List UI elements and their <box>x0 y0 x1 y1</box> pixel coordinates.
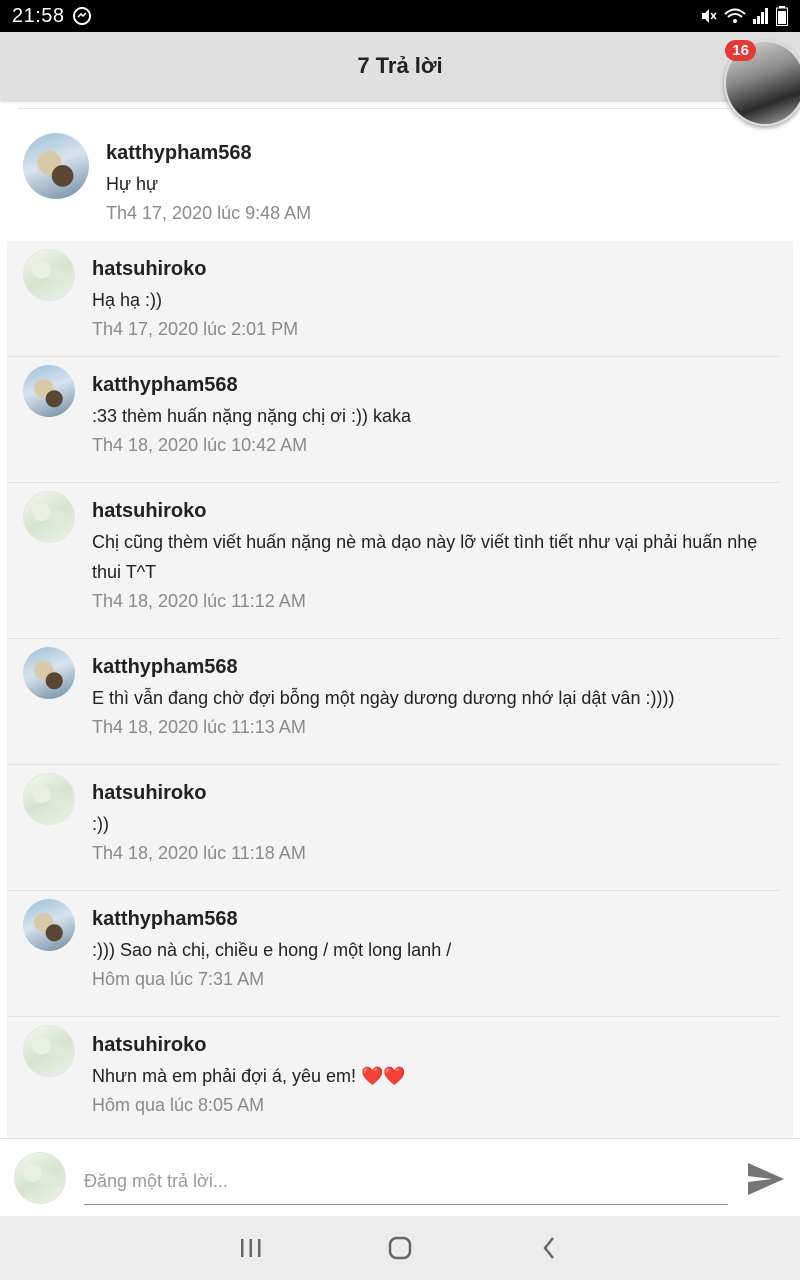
back-icon <box>543 1237 555 1259</box>
comment-text: Hự hự <box>106 174 159 194</box>
reply-text: :)) <box>92 814 109 834</box>
reply-time: Th4 18, 2020 lúc 11:18 AM <box>92 843 306 863</box>
home-icon <box>388 1236 412 1260</box>
reply-input[interactable] <box>84 1159 728 1205</box>
reply-author[interactable]: katthypham568 <box>92 655 772 679</box>
back-button[interactable] <box>519 1226 579 1270</box>
reply-item: hatsuhiroko Nhưn mà em phải đợi á, yêu e… <box>7 1017 780 1138</box>
main-comment: katthypham568 Hự hự Th4 17, 2020 lúc 9:4… <box>0 109 800 239</box>
reply-text: Hạ hạ :)) <box>92 290 163 310</box>
messenger-icon <box>72 7 91 25</box>
reply-author[interactable]: hatsuhiroko <box>92 257 772 281</box>
avatar[interactable] <box>23 491 75 543</box>
reply-time: Hôm qua lúc 7:31 AM <box>92 969 265 989</box>
comment-author[interactable]: katthypham568 <box>106 141 782 165</box>
comment-time: Th4 17, 2020 lúc 9:48 AM <box>106 203 312 223</box>
reply-author[interactable]: hatsuhiroko <box>92 781 772 805</box>
reply-item: hatsuhiroko :)) Th4 18, 2020 lúc 11:18 A… <box>7 765 780 891</box>
reply-text: Chị cũng thèm viết huấn nặng nè mà dạo n… <box>92 532 758 582</box>
comment-thread[interactable]: katthypham568 Hự hự Th4 17, 2020 lúc 9:4… <box>0 100 800 1138</box>
status-time: 21:58 <box>12 4 65 27</box>
reply-composer <box>0 1138 800 1216</box>
reply-author[interactable]: katthypham568 <box>92 373 772 397</box>
reply-text: Nhưn mà em phải đợi á, yêu em! ❤️❤️ <box>92 1066 406 1086</box>
page-title: 7 Trả lời <box>357 53 443 78</box>
status-bar: 21:58 <box>0 0 800 32</box>
reply-author[interactable]: hatsuhiroko <box>92 1033 772 1057</box>
avatar[interactable] <box>23 773 75 825</box>
wifi-icon <box>724 8 746 23</box>
reply-text: :))) Sao nà chị, chiều e hong / một long… <box>92 940 452 960</box>
home-button[interactable] <box>370 1226 430 1270</box>
current-user-avatar <box>14 1152 66 1204</box>
send-button[interactable] <box>744 1157 788 1201</box>
reply-time: Th4 18, 2020 lúc 11:13 AM <box>92 717 306 737</box>
reply-item: katthypham568 :33 thèm huấn nặng nặng ch… <box>7 357 780 483</box>
reply-text: :33 thèm huấn nặng nặng chị ơi :)) kaka <box>92 406 411 426</box>
reply-time: Th4 17, 2020 lúc 2:01 PM <box>92 319 299 339</box>
signal-icon <box>753 8 768 24</box>
reply-author[interactable]: katthypham568 <box>92 907 772 931</box>
notification-badge: 16 <box>725 40 756 61</box>
reply-item: hatsuhiroko Chị cũng thèm viết huấn nặng… <box>7 483 780 639</box>
send-icon <box>748 1163 784 1195</box>
status-icons <box>700 6 788 26</box>
reply-text: E thì vẫn đang chờ đợi bỗng một ngày dươ… <box>92 688 675 708</box>
avatar[interactable] <box>23 249 75 301</box>
reply-item: katthypham568 E thì vẫn đang chờ đợi bỗn… <box>7 639 780 765</box>
reply-item: hatsuhiroko Hạ hạ :)) Th4 17, 2020 lúc 2… <box>7 241 780 357</box>
header: 7 Trả lời <box>0 32 800 100</box>
avatar[interactable] <box>23 899 75 951</box>
mute-icon <box>702 9 717 23</box>
reply-time: Th4 18, 2020 lúc 10:42 AM <box>92 435 308 455</box>
avatar[interactable] <box>23 133 89 199</box>
recent-apps-button[interactable] <box>221 1226 281 1270</box>
avatar[interactable] <box>23 1025 75 1077</box>
avatar[interactable] <box>23 365 75 417</box>
reply-time: Th4 18, 2020 lúc 11:12 AM <box>92 591 306 611</box>
reply-time: Hôm qua lúc 8:05 AM <box>92 1095 265 1115</box>
battery-icon <box>776 6 788 26</box>
reply-item: katthypham568 :))) Sao nà chị, chiều e h… <box>7 891 780 1017</box>
system-nav-bar <box>0 1216 800 1280</box>
recent-apps-icon <box>240 1239 261 1257</box>
reply-list: hatsuhiroko Hạ hạ :)) Th4 17, 2020 lúc 2… <box>7 241 793 1138</box>
avatar[interactable] <box>23 647 75 699</box>
reply-author[interactable]: hatsuhiroko <box>92 499 772 523</box>
